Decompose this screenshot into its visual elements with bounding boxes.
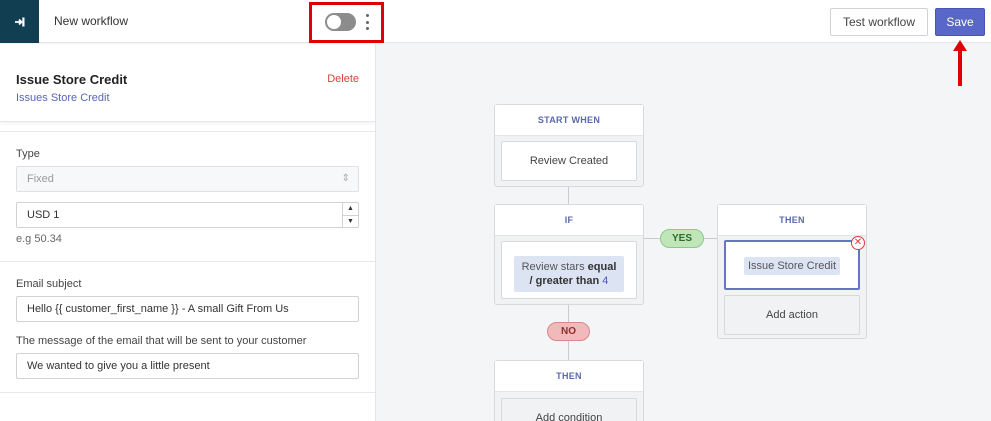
then-no-heading: THEN [495, 361, 643, 392]
then-node[interactable]: THEN Issue Store Credit ✕ Add action [717, 204, 867, 339]
email-subject-input[interactable]: Hello {{ customer_first_name }} - A smal… [16, 296, 359, 322]
step-down-icon[interactable]: ▼ [343, 216, 358, 228]
trigger-label: Review Created [529, 155, 609, 167]
action-subtitle: Issues Store Credit [16, 92, 110, 104]
back-button[interactable] [0, 0, 39, 43]
workflow-active-toggle[interactable] [325, 13, 356, 31]
action-chip: Issue Store Credit [743, 257, 841, 275]
top-bar: New workflow Test workflow Save [0, 0, 991, 43]
then-heading: THEN [718, 205, 866, 236]
add-condition-label: Add condition [535, 412, 603, 421]
condition-card[interactable]: Review stars equal / greater than 4 [501, 241, 637, 299]
exit-icon [14, 17, 24, 26]
type-label: Type [16, 148, 40, 160]
workflow-canvas[interactable]: START WHEN Review Created IF Review star… [377, 44, 991, 421]
step-up-icon[interactable]: ▲ [343, 203, 358, 216]
delete-link[interactable]: Delete [327, 73, 359, 85]
if-heading: IF [495, 205, 643, 236]
no-branch-label: NO [547, 322, 590, 341]
amount-hint: e.g 50.34 [16, 233, 62, 245]
workflow-title: New workflow [54, 14, 129, 28]
yes-branch-label: YES [660, 229, 704, 248]
error-icon[interactable]: ✕ [851, 236, 865, 250]
add-action-label: Add action [766, 309, 818, 321]
amount-value: USD 1 [27, 209, 60, 221]
test-workflow-button[interactable]: Test workflow [830, 8, 928, 36]
connector-start-if [568, 186, 569, 204]
email-message-input[interactable]: We wanted to give you a little present [16, 353, 359, 379]
condition-chip: Review stars equal / greater than 4 [513, 256, 625, 292]
panel-divider [0, 122, 375, 132]
credit-section: Type Fixed USD 1 ▲ ▼ e.g 50.34 [0, 132, 375, 262]
start-when-node[interactable]: START WHEN Review Created [494, 104, 644, 187]
type-select[interactable]: Fixed [16, 166, 359, 192]
email-subject-label: Email subject [16, 278, 82, 290]
action-title: Issue Store Credit [16, 72, 128, 87]
start-when-heading: START WHEN [495, 105, 643, 136]
if-node[interactable]: IF Review stars equal / greater than 4 [494, 204, 644, 305]
action-settings-panel: Issue Store Credit Issues Store Credit D… [0, 44, 376, 421]
amount-input[interactable]: USD 1 ▲ ▼ [16, 202, 359, 228]
save-button[interactable]: Save [935, 8, 985, 36]
more-options-icon[interactable] [364, 12, 370, 32]
email-message-label: The message of the email that will be se… [16, 335, 307, 347]
add-action-button[interactable]: Add action [724, 295, 860, 335]
email-section: Email subject Hello {{ customer_first_na… [0, 262, 375, 393]
add-condition-button[interactable]: Add condition [501, 398, 637, 421]
action-card[interactable]: Issue Store Credit ✕ [724, 236, 865, 290]
then-node-no[interactable]: THEN Add condition [494, 360, 644, 421]
trigger-card[interactable]: Review Created [501, 141, 637, 181]
amount-stepper[interactable]: ▲ ▼ [342, 203, 358, 227]
toggle-highlight [309, 2, 384, 43]
panel-header: Issue Store Credit Issues Store Credit D… [0, 44, 375, 122]
